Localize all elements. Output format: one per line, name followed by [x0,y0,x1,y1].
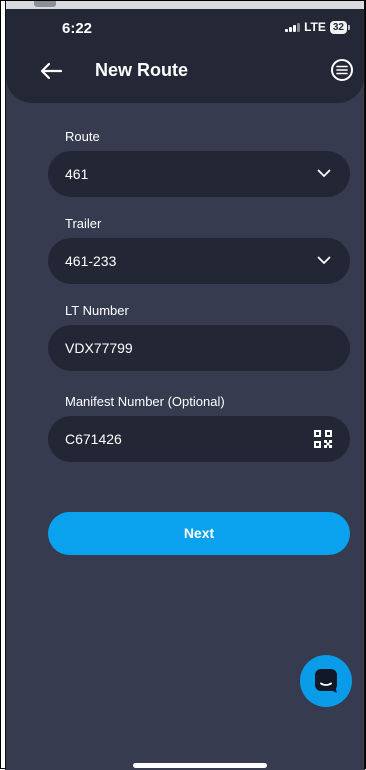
menu-button[interactable] [331,59,353,81]
battery-icon [348,24,350,30]
battery-level: 32 [329,20,347,34]
app-header: 6:22 LTE 32 New Route [6,1,364,103]
lt-number-label: LT Number [65,303,129,318]
trailer-label: Trailer [65,216,102,231]
route-label: Route [65,129,100,144]
status-indicators: LTE 32 [285,20,350,34]
trailer-value: 461-233 [65,253,117,269]
chat-bubble-icon [315,669,337,693]
app-screen: 6:22 LTE 32 New Route Route 461 Trailer … [5,1,365,770]
manifest-value: C671426 [65,431,122,447]
manifest-label: Manifest Number (Optional) [65,394,225,409]
chevron-down-icon [317,169,331,177]
notification-strip [6,1,364,9]
chat-support-button[interactable] [300,655,352,707]
status-time: 6:22 [62,20,93,37]
lt-number-field[interactable]: VDX77799 [48,325,350,371]
signal-icon [285,22,301,32]
trailer-dropdown[interactable]: 461-233 [48,238,350,284]
screenshot-frame: 6:22 LTE 32 New Route Route 461 Trailer … [0,0,366,770]
arrow-left-icon[interactable] [39,61,63,81]
next-button[interactable]: Next [48,512,350,555]
chevron-down-icon [317,256,331,264]
route-value: 461 [65,166,89,182]
page-title: New Route [95,60,189,80]
manifest-field[interactable]: C671426 [48,416,350,462]
home-indicator [133,763,267,768]
lt-number-value: VDX77799 [65,340,133,356]
hamburger-icon [336,65,348,75]
qr-scan-icon[interactable] [313,429,333,449]
network-type: LTE [304,20,326,34]
route-dropdown[interactable]: 461 [48,151,350,197]
